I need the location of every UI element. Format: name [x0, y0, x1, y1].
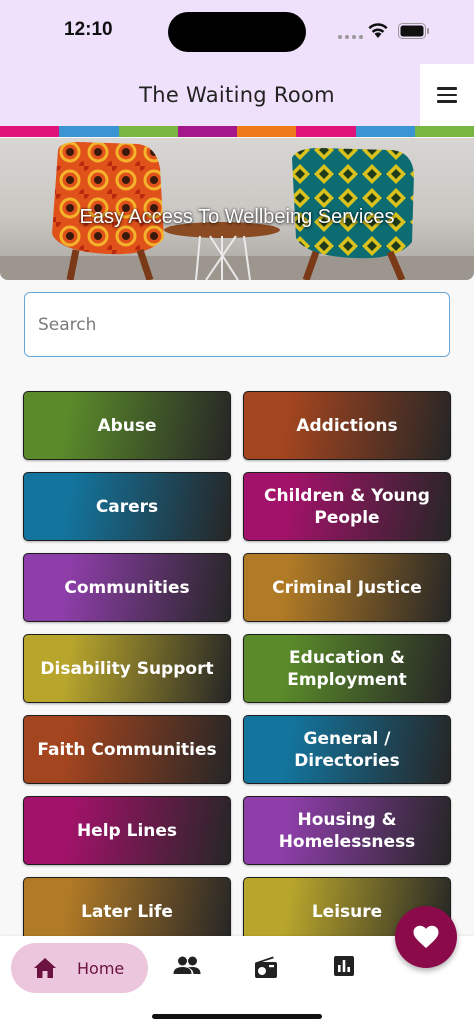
category-button-addictions[interactable]: Addictions [243, 391, 451, 460]
colour-stripe [0, 126, 474, 137]
category-button-children-young-people[interactable]: Children & Young People [243, 472, 451, 541]
favourites-fab[interactable] [395, 906, 457, 968]
banner-tagline: Easy Access To Wellbeing Services [79, 206, 395, 228]
category-button-communities[interactable]: Communities [23, 553, 231, 622]
stripe-segment [118, 126, 178, 137]
radio-icon[interactable] [254, 955, 278, 979]
heart-icon [413, 925, 439, 948]
category-button-criminal-justice[interactable]: Criminal Justice [243, 553, 451, 622]
category-button-general-directories[interactable]: General / Directories [243, 715, 451, 784]
stripe-segment [355, 126, 415, 137]
stripe-segment [296, 126, 356, 137]
home-icon [34, 958, 56, 978]
nav-home-tab[interactable]: Home [11, 943, 148, 993]
bar-chart-icon[interactable] [333, 955, 355, 977]
category-button-abuse[interactable]: Abuse [23, 391, 231, 460]
page-title: The Waiting Room [139, 83, 335, 107]
stripe-segment [0, 126, 60, 137]
category-button-education-employment[interactable]: Education & Employment [243, 634, 451, 703]
status-time: 12:10 [64, 19, 113, 40]
hamburger-menu-button[interactable] [420, 64, 474, 126]
category-button-disability-support[interactable]: Disability Support [23, 634, 231, 703]
hero-banner: Easy Access To Wellbeing Services [0, 138, 474, 280]
category-button-help-lines[interactable]: Help Lines [23, 796, 231, 865]
battery-icon [398, 23, 429, 39]
stripe-segment [59, 126, 119, 137]
category-button-faith-communities[interactable]: Faith Communities [23, 715, 231, 784]
stripe-segment [414, 126, 474, 137]
wifi-icon [368, 23, 388, 38]
people-icon[interactable] [173, 955, 201, 977]
stripe-segment [237, 126, 297, 137]
category-button-carers[interactable]: Carers [23, 472, 231, 541]
hamburger-icon [437, 87, 457, 90]
cellular-signal-icon [338, 35, 363, 39]
nav-home-label: Home [77, 958, 125, 978]
app-header: The Waiting Room [0, 64, 474, 126]
dynamic-island [168, 12, 306, 52]
stripe-segment [177, 126, 237, 137]
search-input[interactable] [24, 292, 450, 357]
status-bar: 12:10 [0, 0, 474, 64]
home-indicator [152, 1014, 322, 1019]
category-button-housing-homelessness[interactable]: Housing & Homelessness [243, 796, 451, 865]
